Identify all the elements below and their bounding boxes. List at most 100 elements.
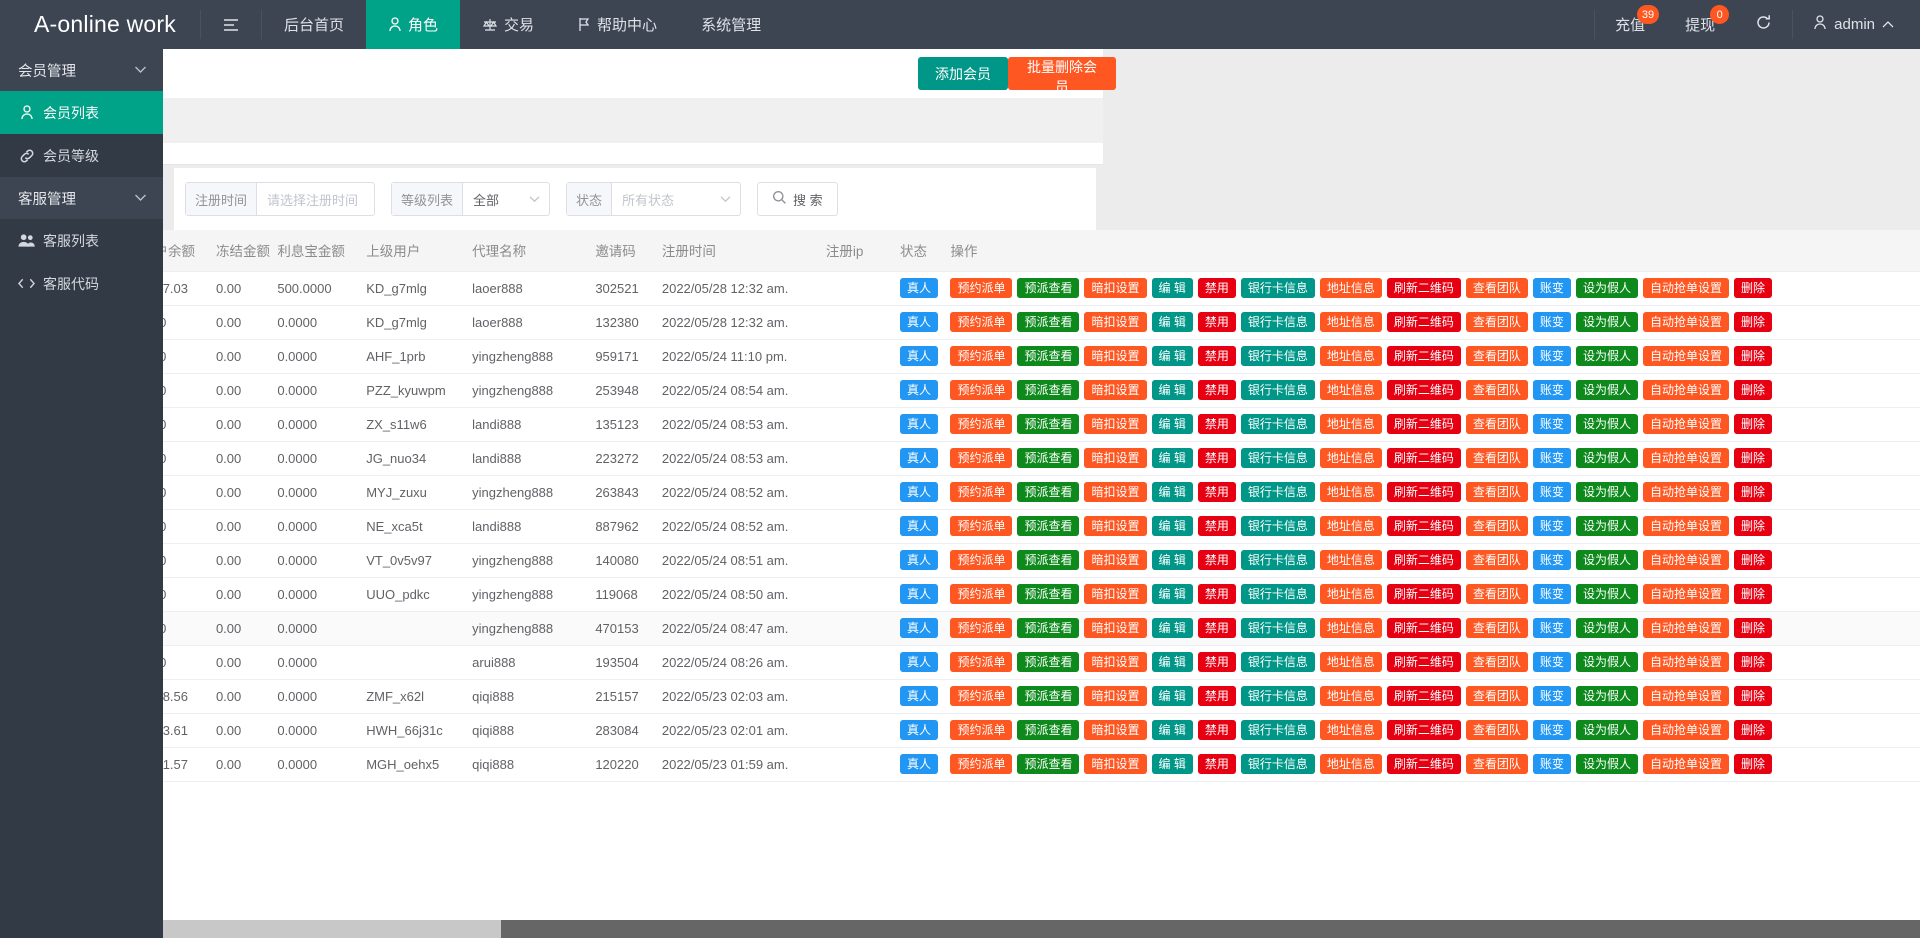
action-button-11[interactable]: 自动抢单设置 <box>1643 346 1729 366</box>
action-button-10[interactable]: 设为假人 <box>1576 584 1638 604</box>
action-button-3[interactable]: 编 辑 <box>1152 618 1193 638</box>
status-badge[interactable]: 真人 <box>900 652 938 672</box>
action-button-11[interactable]: 自动抢单设置 <box>1643 482 1729 502</box>
column-header-operations[interactable]: 操作 <box>946 230 1920 271</box>
action-button-9[interactable]: 账变 <box>1533 414 1571 434</box>
action-button-12[interactable]: 删除 <box>1734 720 1772 740</box>
action-button-6[interactable]: 地址信息 <box>1320 346 1382 366</box>
action-button-4[interactable]: 禁用 <box>1198 516 1236 536</box>
action-button-1[interactable]: 预派查看 <box>1017 584 1079 604</box>
action-button-2[interactable]: 暗扣设置 <box>1084 754 1146 774</box>
action-button-12[interactable]: 删除 <box>1734 652 1772 672</box>
table-row[interactable]: 0.000.000.0000MYJ_zuxuyingzheng888263843… <box>163 475 1920 509</box>
status-badge[interactable]: 真人 <box>900 550 938 570</box>
action-button-11[interactable]: 自动抢单设置 <box>1643 550 1729 570</box>
action-button-5[interactable]: 银行卡信息 <box>1241 516 1315 536</box>
action-button-3[interactable]: 编 辑 <box>1152 312 1193 332</box>
action-button-10[interactable]: 设为假人 <box>1576 346 1638 366</box>
table-row[interactable]: 0.000.000.0000ZX_s11w6landi8881351232022… <box>163 407 1920 441</box>
action-button-3[interactable]: 编 辑 <box>1152 584 1193 604</box>
action-button-5[interactable]: 银行卡信息 <box>1241 618 1315 638</box>
action-button-1[interactable]: 预派查看 <box>1017 720 1079 740</box>
action-button-12[interactable]: 删除 <box>1734 414 1772 434</box>
nav-item-trade[interactable]: 交易 <box>460 0 556 49</box>
action-button-11[interactable]: 自动抢单设置 <box>1643 686 1729 706</box>
action-button-3[interactable]: 编 辑 <box>1152 448 1193 468</box>
action-button-11[interactable]: 自动抢单设置 <box>1643 516 1729 536</box>
action-button-9[interactable]: 账变 <box>1533 380 1571 400</box>
action-button-7[interactable]: 刷新二维码 <box>1387 414 1461 434</box>
action-button-4[interactable]: 禁用 <box>1198 686 1236 706</box>
action-button-9[interactable]: 账变 <box>1533 516 1571 536</box>
action-button-3[interactable]: 编 辑 <box>1152 754 1193 774</box>
column-header-parent-user[interactable]: 上级用户 <box>362 230 468 271</box>
add-member-button[interactable]: 添加会员 <box>918 57 1008 90</box>
nav-item-system[interactable]: 系统管理 <box>679 0 783 49</box>
column-header-register-ip[interactable]: 注册ip <box>822 230 896 271</box>
column-header-frozen[interactable]: 冻结金额 <box>212 230 273 271</box>
action-button-12[interactable]: 删除 <box>1734 380 1772 400</box>
action-button-8[interactable]: 查看团队 <box>1466 516 1528 536</box>
action-button-0[interactable]: 预约派单 <box>950 278 1012 298</box>
column-header-balance[interactable]: 账户余额 <box>163 230 212 271</box>
action-button-0[interactable]: 预约派单 <box>950 380 1012 400</box>
action-button-3[interactable]: 编 辑 <box>1152 482 1193 502</box>
action-button-6[interactable]: 地址信息 <box>1320 516 1382 536</box>
action-button-6[interactable]: 地址信息 <box>1320 686 1382 706</box>
action-button-8[interactable]: 查看团队 <box>1466 652 1528 672</box>
action-button-11[interactable]: 自动抢单设置 <box>1643 652 1729 672</box>
action-button-10[interactable]: 设为假人 <box>1576 720 1638 740</box>
sidebar-item-member-list[interactable]: 会员列表 <box>0 91 163 134</box>
action-button-7[interactable]: 刷新二维码 <box>1387 380 1461 400</box>
action-button-5[interactable]: 银行卡信息 <box>1241 448 1315 468</box>
action-button-8[interactable]: 查看团队 <box>1466 414 1528 434</box>
action-button-6[interactable]: 地址信息 <box>1320 618 1382 638</box>
action-button-6[interactable]: 地址信息 <box>1320 312 1382 332</box>
action-button-10[interactable]: 设为假人 <box>1576 686 1638 706</box>
action-button-11[interactable]: 自动抢单设置 <box>1643 278 1729 298</box>
action-button-12[interactable]: 删除 <box>1734 448 1772 468</box>
action-button-7[interactable]: 刷新二维码 <box>1387 312 1461 332</box>
action-button-2[interactable]: 暗扣设置 <box>1084 550 1146 570</box>
action-button-5[interactable]: 银行卡信息 <box>1241 584 1315 604</box>
action-button-4[interactable]: 禁用 <box>1198 312 1236 332</box>
scrollbar-track[interactable] <box>501 920 1920 938</box>
refresh-button[interactable] <box>1735 0 1792 49</box>
action-button-11[interactable]: 自动抢单设置 <box>1643 312 1729 332</box>
sidebar-item-service-list[interactable]: 客服列表 <box>0 219 163 262</box>
action-button-6[interactable]: 地址信息 <box>1320 720 1382 740</box>
sidebar-group-member-management[interactable]: 会员管理 <box>0 49 163 91</box>
action-button-12[interactable]: 删除 <box>1734 346 1772 366</box>
batch-delete-member-button[interactable]: 批量删除会员 <box>1008 57 1116 90</box>
user-menu-button[interactable]: admin <box>1793 0 1920 49</box>
action-button-8[interactable]: 查看团队 <box>1466 346 1528 366</box>
action-button-8[interactable]: 查看团队 <box>1466 312 1528 332</box>
action-button-11[interactable]: 自动抢单设置 <box>1643 448 1729 468</box>
action-button-7[interactable]: 刷新二维码 <box>1387 720 1461 740</box>
status-badge[interactable]: 真人 <box>900 686 938 706</box>
action-button-11[interactable]: 自动抢单设置 <box>1643 584 1729 604</box>
action-button-10[interactable]: 设为假人 <box>1576 482 1638 502</box>
action-button-6[interactable]: 地址信息 <box>1320 448 1382 468</box>
action-button-0[interactable]: 预约派单 <box>950 346 1012 366</box>
action-button-10[interactable]: 设为假人 <box>1576 516 1638 536</box>
action-button-3[interactable]: 编 辑 <box>1152 380 1193 400</box>
action-button-4[interactable]: 禁用 <box>1198 346 1236 366</box>
action-button-12[interactable]: 删除 <box>1734 278 1772 298</box>
action-button-9[interactable]: 账变 <box>1533 652 1571 672</box>
action-button-0[interactable]: 预约派单 <box>950 448 1012 468</box>
action-button-4[interactable]: 禁用 <box>1198 618 1236 638</box>
action-button-0[interactable]: 预约派单 <box>950 618 1012 638</box>
action-button-12[interactable]: 删除 <box>1734 754 1772 774</box>
recharge-button[interactable]: 充值 39 <box>1595 0 1665 49</box>
action-button-11[interactable]: 自动抢单设置 <box>1643 380 1729 400</box>
column-header-interest[interactable]: 利息宝金额 <box>273 230 362 271</box>
action-button-12[interactable]: 删除 <box>1734 618 1772 638</box>
action-button-9[interactable]: 账变 <box>1533 550 1571 570</box>
status-badge[interactable]: 真人 <box>900 618 938 638</box>
action-button-8[interactable]: 查看团队 <box>1466 720 1528 740</box>
action-button-10[interactable]: 设为假人 <box>1576 312 1638 332</box>
nav-item-role[interactable]: 角色 <box>366 0 460 49</box>
action-button-7[interactable]: 刷新二维码 <box>1387 686 1461 706</box>
action-button-4[interactable]: 禁用 <box>1198 414 1236 434</box>
